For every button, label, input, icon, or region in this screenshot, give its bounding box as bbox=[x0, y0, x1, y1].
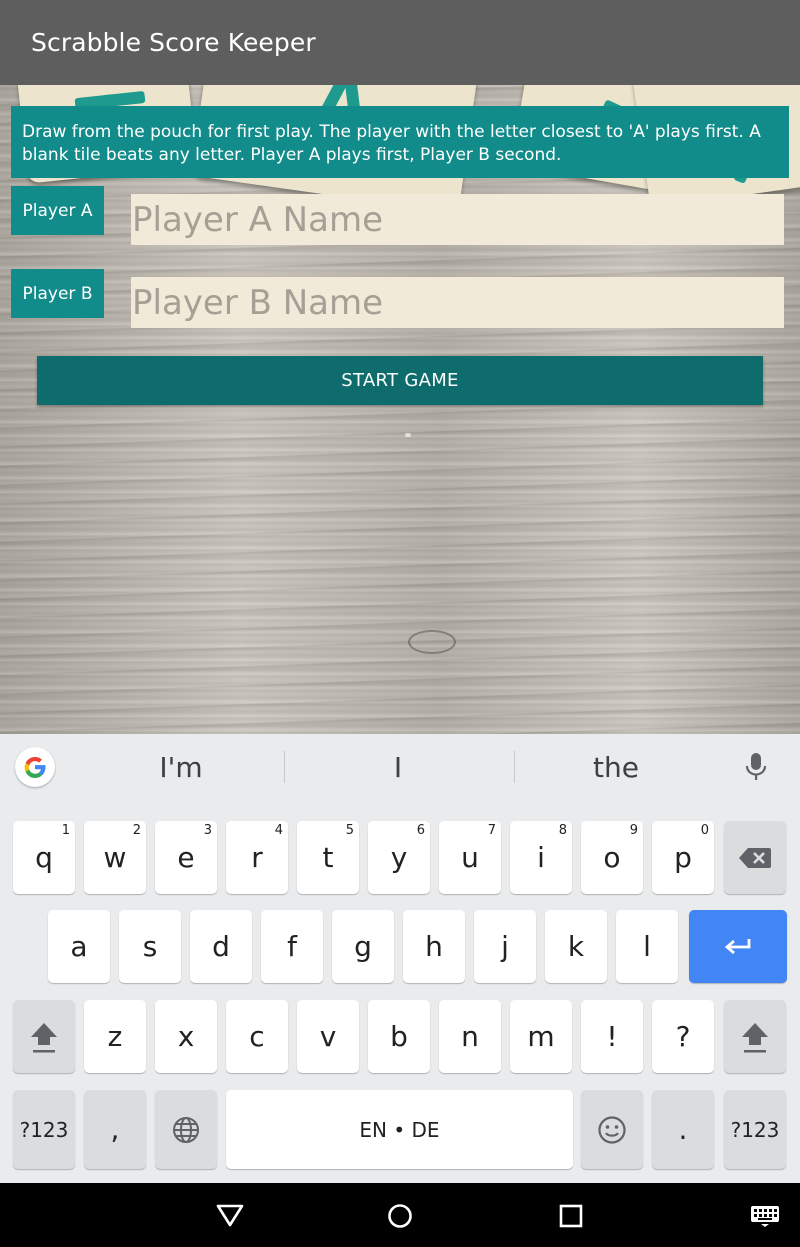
key-m[interactable]: m bbox=[510, 1000, 572, 1073]
language-key[interactable] bbox=[155, 1090, 217, 1169]
suggestion-divider bbox=[514, 751, 515, 783]
key-l[interactable]: l bbox=[616, 910, 678, 983]
google-g-icon[interactable] bbox=[15, 747, 55, 787]
enter-icon bbox=[724, 938, 751, 954]
shift-icon bbox=[742, 1022, 768, 1052]
key-period[interactable]: . bbox=[652, 1090, 714, 1169]
key-q[interactable]: 1q bbox=[13, 821, 75, 894]
key-e[interactable]: 3e bbox=[155, 821, 217, 894]
backspace-icon bbox=[739, 847, 771, 868]
main-content: Draw from the pouch for first play. The … bbox=[0, 85, 800, 734]
backspace-key[interactable] bbox=[724, 821, 786, 894]
key-exclamation[interactable]: ! bbox=[581, 1000, 643, 1073]
key-t[interactable]: 5t bbox=[297, 821, 359, 894]
key-i[interactable]: 8i bbox=[510, 821, 572, 894]
key-f[interactable]: f bbox=[261, 910, 323, 983]
suggestion-3[interactable]: the bbox=[516, 752, 716, 784]
start-game-button[interactable]: START GAME bbox=[37, 356, 763, 405]
key-s[interactable]: s bbox=[119, 910, 181, 983]
key-y[interactable]: 6y bbox=[368, 821, 430, 894]
nav-recents-icon[interactable] bbox=[559, 1204, 583, 1228]
key-comma[interactable]: , bbox=[84, 1090, 146, 1169]
key-n[interactable]: n bbox=[439, 1000, 501, 1073]
player-a-label: Player A bbox=[11, 186, 104, 235]
enter-key[interactable] bbox=[689, 910, 787, 983]
text-cursor-handle[interactable] bbox=[405, 433, 411, 437]
player-a-name-input[interactable] bbox=[131, 194, 784, 245]
key-r[interactable]: 4r bbox=[226, 821, 288, 894]
shift-key-right[interactable] bbox=[724, 1000, 786, 1073]
nav-home-icon[interactable] bbox=[386, 1202, 414, 1230]
suggestion-divider bbox=[284, 751, 285, 783]
instructions-banner: Draw from the pouch for first play. The … bbox=[11, 106, 789, 178]
suggestion-2[interactable]: I bbox=[298, 752, 498, 784]
globe-icon bbox=[173, 1116, 199, 1143]
microphone-icon[interactable] bbox=[744, 752, 768, 782]
key-z[interactable]: z bbox=[84, 1000, 146, 1073]
key-w[interactable]: 2w bbox=[84, 821, 146, 894]
key-a[interactable]: a bbox=[48, 910, 110, 983]
key-v[interactable]: v bbox=[297, 1000, 359, 1073]
key-b[interactable]: b bbox=[368, 1000, 430, 1073]
soft-keyboard: 1q 2w 3e 4r 5t 6y 7u 8i 9o 0p a s d f g … bbox=[0, 800, 800, 1183]
key-j[interactable]: j bbox=[474, 910, 536, 983]
space-key[interactable]: EN • DE bbox=[226, 1090, 573, 1169]
key-g[interactable]: g bbox=[332, 910, 394, 983]
symbols-key-right[interactable]: ?123 bbox=[724, 1090, 786, 1169]
keyboard-switch-icon[interactable] bbox=[750, 1205, 780, 1227]
app-title: Scrabble Score Keeper bbox=[31, 28, 316, 57]
nav-back-icon[interactable] bbox=[215, 1203, 245, 1227]
key-c[interactable]: c bbox=[226, 1000, 288, 1073]
key-k[interactable]: k bbox=[545, 910, 607, 983]
app-bar: Scrabble Score Keeper bbox=[0, 0, 800, 85]
suggestion-1[interactable]: I'm bbox=[81, 752, 281, 784]
wood-knot bbox=[408, 630, 456, 654]
system-nav-bar bbox=[0, 1183, 800, 1247]
emoji-icon bbox=[598, 1115, 626, 1144]
key-x[interactable]: x bbox=[155, 1000, 217, 1073]
key-h[interactable]: h bbox=[403, 910, 465, 983]
key-o[interactable]: 9o bbox=[581, 821, 643, 894]
key-p[interactable]: 0p bbox=[652, 821, 714, 894]
shift-icon bbox=[31, 1022, 57, 1052]
symbols-key-left[interactable]: ?123 bbox=[13, 1090, 75, 1169]
player-b-label: Player B bbox=[11, 269, 104, 318]
key-question[interactable]: ? bbox=[652, 1000, 714, 1073]
key-u[interactable]: 7u bbox=[439, 821, 501, 894]
shift-key-left[interactable] bbox=[13, 1000, 75, 1073]
key-d[interactable]: d bbox=[190, 910, 252, 983]
player-b-name-input[interactable] bbox=[131, 277, 784, 328]
emoji-key[interactable] bbox=[581, 1090, 643, 1169]
